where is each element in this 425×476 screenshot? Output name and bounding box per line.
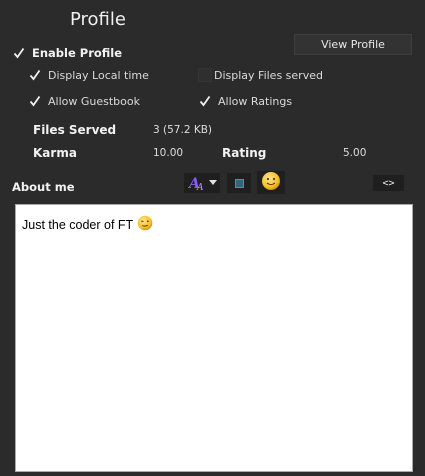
wink-emoji-icon — [137, 215, 153, 234]
rating-value: 5.00 — [343, 147, 367, 159]
allow-guestbook-checkbox[interactable]: Allow Guestbook — [28, 94, 140, 108]
enable-profile-checkbox[interactable]: Enable Profile — [12, 46, 122, 60]
source-view-button[interactable]: <> — [372, 174, 405, 192]
display-local-time-checkbox[interactable]: Display Local time — [28, 68, 149, 82]
page-title: Profile — [70, 9, 126, 30]
color-picker-button[interactable] — [226, 172, 252, 194]
allow-guestbook-label: Allow Guestbook — [48, 94, 140, 108]
about-me-label: About me — [12, 180, 75, 194]
display-files-served-label: Display Files served — [214, 68, 323, 82]
check-icon — [28, 94, 42, 108]
font-color-icon: A A — [188, 175, 217, 191]
check-icon — [198, 94, 212, 108]
view-profile-button[interactable]: View Profile — [294, 34, 412, 55]
emoji-button[interactable] — [256, 170, 286, 195]
svg-text:A: A — [196, 183, 204, 191]
files-served-value: 3 (57.2 KB) — [153, 124, 213, 136]
about-me-editor[interactable]: Just the coder of FT — [15, 204, 413, 472]
karma-value: 10.00 — [153, 147, 184, 159]
check-icon — [28, 68, 42, 82]
font-style-button[interactable]: A A — [183, 172, 221, 194]
allow-ratings-label: Allow Ratings — [218, 94, 293, 108]
rating-label: Rating — [222, 146, 267, 160]
karma-label: Karma — [33, 146, 77, 160]
check-icon — [12, 46, 26, 60]
about-me-text: Just the coder of FT — [22, 218, 134, 232]
files-served-label: Files Served — [33, 123, 117, 137]
display-local-time-label: Display Local time — [48, 68, 149, 82]
allow-ratings-checkbox[interactable]: Allow Ratings — [198, 94, 292, 108]
unchecked-box-icon — [198, 68, 212, 82]
display-files-served-checkbox[interactable]: Display Files served — [198, 68, 323, 82]
enable-profile-label: Enable Profile — [32, 46, 123, 60]
color-square-icon — [234, 178, 244, 188]
smiley-icon — [261, 171, 281, 194]
